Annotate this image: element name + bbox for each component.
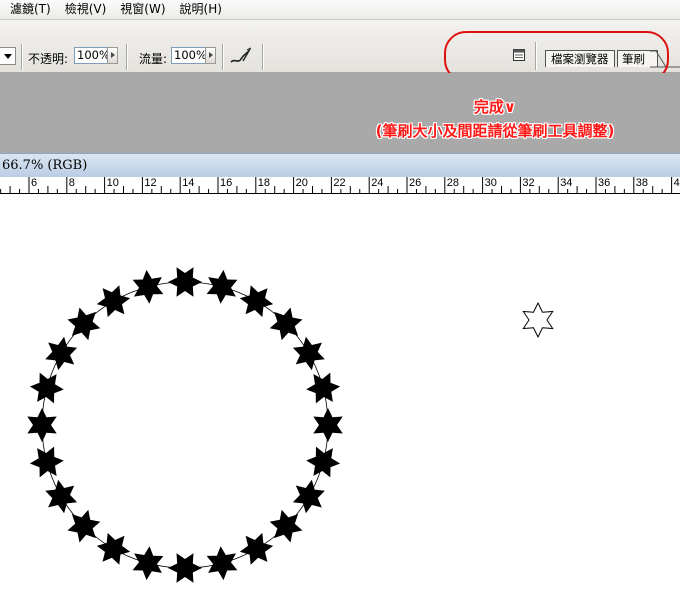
ruler-label: 22 xyxy=(333,177,345,189)
star-shape xyxy=(292,479,325,514)
ruler-label: 30 xyxy=(485,177,497,189)
star-shape xyxy=(45,336,78,371)
star-shape xyxy=(239,285,274,318)
opacity-arrow-icon[interactable] xyxy=(107,47,118,64)
star-shape xyxy=(306,372,341,404)
separator xyxy=(126,44,127,70)
star-shape xyxy=(132,546,164,581)
ruler-label: 38 xyxy=(636,177,648,189)
star-shape xyxy=(132,269,164,304)
ruler-label: 20 xyxy=(296,177,308,189)
star-shape xyxy=(269,307,303,341)
star-shape xyxy=(96,532,131,565)
ruler-label: 16 xyxy=(220,177,232,189)
star-shape xyxy=(206,546,238,581)
star-shape xyxy=(168,267,202,297)
star-ring xyxy=(27,267,343,583)
star-shape xyxy=(67,307,101,341)
star-shape xyxy=(29,446,64,478)
star-shape xyxy=(292,336,325,371)
separator xyxy=(262,44,263,70)
star-shape xyxy=(67,509,101,543)
single-star-outline xyxy=(522,301,554,339)
ruler-label: 14 xyxy=(182,177,194,189)
ruler-label: 40 xyxy=(674,177,680,189)
horizontal-ruler: 6 8 10 12 14 16 18 20 22 24 26 28 30 32 34 36 38 40 xyxy=(0,177,680,194)
star-shape xyxy=(269,509,303,543)
star-shape xyxy=(45,479,78,514)
ruler-label: 24 xyxy=(371,177,383,189)
flow-field[interactable]: 100% xyxy=(171,47,207,64)
star-shape xyxy=(29,372,64,404)
star-shape xyxy=(96,285,131,318)
star-shape xyxy=(239,532,274,565)
separator xyxy=(222,44,223,70)
menu-help[interactable]: 說明(H) xyxy=(174,0,230,19)
ruler-label: 8 xyxy=(69,177,75,189)
airbrush-icon[interactable] xyxy=(229,45,253,67)
opacity-field[interactable]: 100% xyxy=(74,47,110,64)
menu-window[interactable]: 視窗(W) xyxy=(114,0,173,19)
star-shape xyxy=(206,269,238,304)
document-title: 66.7% (RGB) xyxy=(2,158,88,173)
ruler-label: 26 xyxy=(409,177,421,189)
document-canvas[interactable] xyxy=(0,194,680,600)
ruler-label: 34 xyxy=(560,177,572,189)
ruler-label: 32 xyxy=(522,177,534,189)
flow-label: 流量: xyxy=(139,52,168,66)
ruler-label: 10 xyxy=(107,177,119,189)
star-shape xyxy=(306,446,341,478)
star-shape xyxy=(27,408,57,442)
document-titlebar: 66.7% (RGB) xyxy=(0,153,680,178)
mode-dropdown-arrow-icon[interactable] xyxy=(0,47,16,65)
star-shape xyxy=(313,408,343,442)
ruler-label: 28 xyxy=(447,177,459,189)
ruler-label: 6 xyxy=(31,177,37,189)
ruler-label: 18 xyxy=(258,177,270,189)
menu-filter[interactable]: 濾鏡(T) xyxy=(0,0,59,19)
star-shape xyxy=(168,553,202,583)
ruler-label: 36 xyxy=(598,177,610,189)
flow-arrow-icon[interactable] xyxy=(205,47,216,64)
opacity-label: 不透明: xyxy=(28,52,69,66)
menu-view[interactable]: 檢視(V) xyxy=(59,0,115,19)
separator xyxy=(21,44,22,70)
annotation-line2: (筆刷大小及間距請從筆刷工具調整) xyxy=(375,122,615,140)
menu-bar: 濾鏡(T) 檢視(V) 視窗(W) 說明(H) xyxy=(0,0,680,20)
annotation-line1: 完成∨ xyxy=(473,98,517,116)
ruler-label: 12 xyxy=(144,177,156,189)
workspace-background xyxy=(0,73,680,153)
